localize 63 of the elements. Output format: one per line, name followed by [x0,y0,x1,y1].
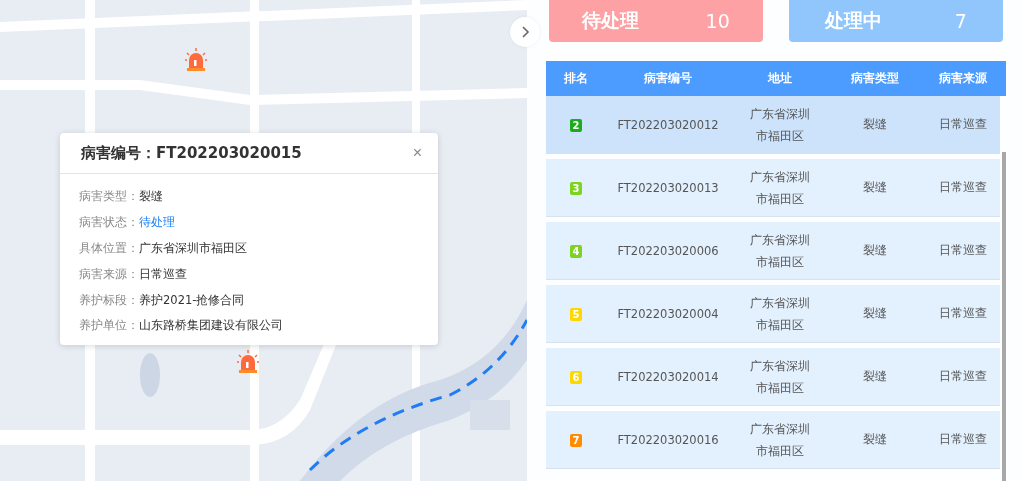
field-value: 养护2021-抢修合同 [139,292,245,308]
column-header: 病害编号 [643,70,693,87]
table-cell-text: 日常巡查 [938,432,988,447]
table-cell-text: 裂缝 [862,180,888,195]
rank-badge: 7 [570,433,582,447]
field-value: 山东路桥集团建设有限公司 [139,318,283,334]
table-row[interactable]: 6 FT202203020014 广东省深圳 市福田区 裂缝 日常巡查 [546,348,1000,406]
card-count: 10 [705,10,730,32]
table-cell-text: 广东省深圳 市福田区 [749,168,811,208]
scrollbar[interactable] [1002,152,1006,481]
rank-badge: 6 [570,370,582,384]
card-label: 处理中 [825,8,883,33]
table-cell-text: FT202203020012 [616,117,720,132]
field-value: 待处理 [139,215,175,231]
table-cell-text: 日常巡查 [938,243,988,258]
card-label: 待处理 [582,8,640,33]
table-cell-text: 裂缝 [862,243,888,258]
table-row[interactable]: 2 FT202203020012 广东省深圳 市福田区 裂缝 日常巡查 [546,96,1000,154]
table-cell-text: FT202203020006 [616,243,720,258]
table-cell-text: FT202203020014 [616,369,720,384]
table-cell-text: FT202203020004 [616,306,720,321]
table-row[interactable]: 5 FT202203020004 广东省深圳 市福田区 裂缝 日常巡查 [546,285,1000,343]
table-cell-text: 裂缝 [862,306,888,321]
table-cell-text: 裂缝 [862,117,888,132]
table-cell-text: 广东省深圳 市福田区 [749,105,811,145]
field-label: 病害状态： [79,215,139,231]
field-value: 广东省深圳市福田区 [139,241,247,256]
field-label: 病害来源： [79,266,139,282]
alarm-icon[interactable] [236,349,260,373]
table-cell-text: 裂缝 [862,369,888,384]
table-cell-text: FT202203020013 [616,180,720,195]
table-cell-text: 日常巡查 [938,369,988,384]
table-row[interactable]: 4 FT202203020006 广东省深圳 市福田区 裂缝 日常巡查 [546,222,1000,280]
column-header: 地址 [766,70,793,87]
table-row[interactable]: 7 FT202203020016 广东省深圳 市福田区 裂缝 日常巡查 [546,411,1000,469]
table-cell-text: 裂缝 [862,432,888,447]
table-cell-text: FT202203020016 [616,432,720,447]
column-header: 病害类型 [850,70,900,87]
field-value: 裂缝 [139,189,163,205]
table-cell-text: 广东省深圳 市福田区 [749,294,811,334]
table-cell-text: 日常巡查 [938,180,988,195]
table-cell-text: 广东省深圳 市福田区 [749,420,811,460]
rank-badge: 3 [570,181,582,195]
rank-badge: 2 [570,118,582,132]
rank-badge: 4 [570,244,582,258]
column-header: 排名 [563,70,589,87]
table-cell-text: 广东省深圳 市福田区 [749,231,811,271]
card-count: 7 [954,10,967,32]
field-label: 养护标段： [79,292,139,308]
table-row[interactable]: 3 FT202203020013 广东省深圳 市福田区 裂缝 日常巡查 [546,159,1000,217]
field-value: 日常巡查 [139,266,187,282]
table-cell-text: 日常巡查 [938,117,988,132]
column-header: 病害来源 [938,70,988,87]
table-cell-text: 日常巡查 [938,306,988,321]
field-label: 养护单位： [79,318,139,334]
alarm-icon[interactable] [184,47,208,71]
table-cell-text: 广东省深圳 市福田区 [749,357,811,397]
rank-badge: 5 [570,307,582,321]
field-label: 病害类型： [79,189,139,205]
field-label: 具体位置： [79,241,139,256]
close-button[interactable]: × [412,144,422,162]
popup-title: 病害编号：FT202203020015 [81,143,302,163]
chevron-right-icon [519,26,531,38]
